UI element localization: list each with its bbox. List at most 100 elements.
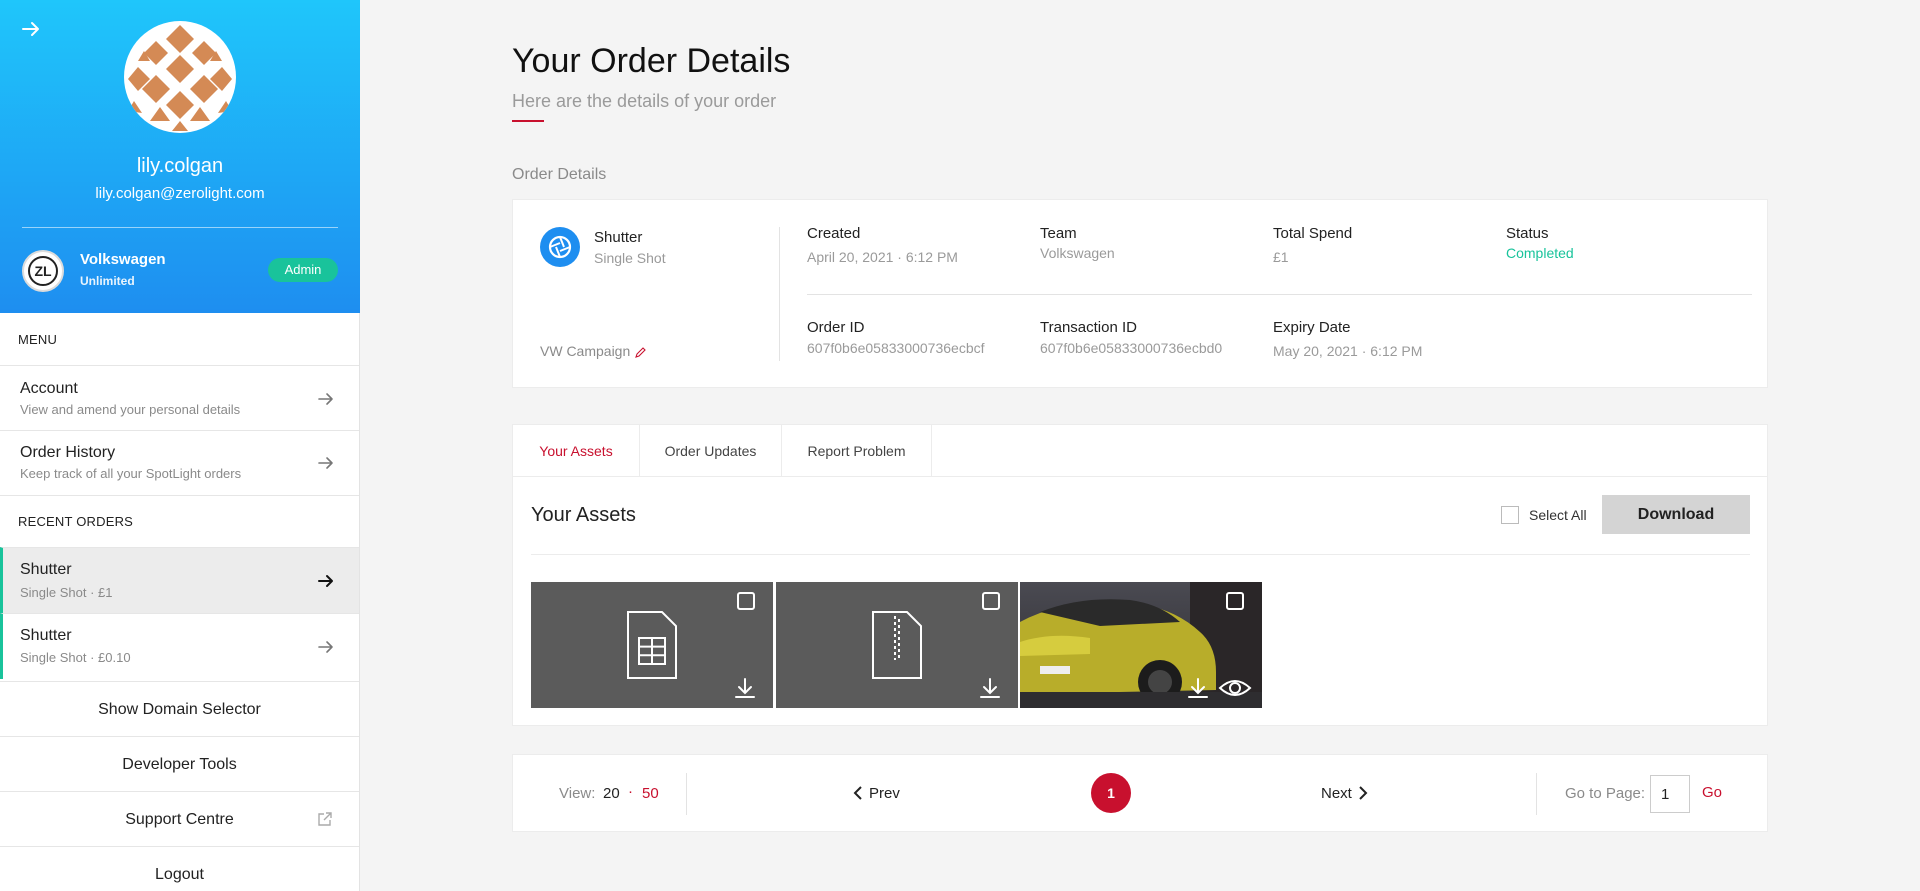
arrow-right-icon	[318, 393, 333, 405]
total-spend-label: Total Spend	[1273, 225, 1353, 242]
status-label: Status	[1506, 225, 1549, 242]
checkbox[interactable]	[1501, 506, 1519, 524]
org-logo: ZL	[22, 250, 64, 292]
team-value: Volkswagen	[1040, 245, 1115, 261]
org-logo-text: ZL	[28, 256, 58, 286]
team-label: Team	[1040, 225, 1077, 242]
asset-thumbnail[interactable]	[776, 582, 1018, 708]
pager-divider	[1536, 773, 1537, 815]
arrow-right-icon	[318, 641, 333, 653]
asset-checkbox[interactable]	[982, 592, 1000, 610]
recent-orders-header: RECENT ORDERS	[0, 495, 359, 547]
prev-page-button[interactable]: Prev	[853, 785, 900, 802]
profile-username: lily.colgan	[136, 155, 224, 177]
org-plan: Unlimited	[80, 274, 135, 288]
tab-your-assets[interactable]: Your Assets	[513, 425, 640, 477]
avatar[interactable]	[124, 21, 236, 133]
transaction-id-value: 607f0b6e05833000736ecbd0	[1040, 340, 1223, 356]
current-page-button[interactable]: 1	[1091, 773, 1131, 813]
expiry-date-value: May 20, 2021 · 6:12 PM	[1273, 343, 1423, 359]
chevron-right-icon	[1359, 786, 1368, 800]
download-icon[interactable]	[733, 676, 757, 700]
sidebar: lily.colgan lily.colgan@zerolight.com ZL…	[0, 0, 360, 891]
spreadsheet-file-icon	[627, 611, 677, 679]
go-button[interactable]: Go	[1702, 784, 1722, 801]
menu-item-subtitle: Keep track of all your SpotLight orders	[20, 466, 242, 481]
order-id-value: 607f0b6e05833000736ecbcf	[807, 340, 985, 356]
recent-order-item[interactable]: Shutter Single Shot · £0.10	[0, 613, 359, 679]
title-underline	[512, 120, 544, 122]
support-centre-label: Support Centre	[125, 811, 234, 828]
pagination-bar: View: 20 · 50 Prev 1 Next Go to Page: Go	[512, 754, 1768, 832]
menu-section-title: MENU	[18, 332, 58, 347]
recent-order-subtitle: Single Shot · £0.10	[20, 650, 131, 665]
asset-thumbnail[interactable]	[531, 582, 773, 708]
tab-order-updates[interactable]: Order Updates	[640, 425, 782, 477]
next-label: Next	[1321, 785, 1352, 802]
page-title: Your Order Details	[512, 42, 791, 80]
logout-button[interactable]: Logout	[0, 846, 359, 891]
pager-divider	[686, 773, 687, 815]
recent-order-title: Shutter	[20, 627, 72, 644]
asset-thumbnail[interactable]	[1020, 582, 1262, 708]
menu-item-subtitle: View and amend your personal details	[20, 402, 241, 417]
vertical-divider	[779, 227, 780, 361]
status-value: Completed	[1506, 245, 1574, 261]
prev-label: Prev	[869, 785, 900, 802]
role-badge: Admin	[268, 258, 338, 282]
arrow-right-icon	[318, 575, 333, 587]
menu-item-order-history[interactable]: Order History Keep track of all your Spo…	[0, 430, 359, 495]
shutter-icon	[540, 227, 580, 267]
expiry-date-label: Expiry Date	[1273, 319, 1351, 336]
order-id-label: Order ID	[807, 319, 865, 336]
external-link-icon	[318, 812, 332, 826]
assets-card: Your Assets Order Updates Report Problem…	[512, 424, 1768, 726]
assets-heading: Your Assets	[531, 504, 636, 526]
recent-order-item[interactable]: Shutter Single Shot · £1	[0, 547, 359, 613]
transaction-id-label: Transaction ID	[1040, 319, 1137, 336]
menu-item-account[interactable]: Account View and amend your personal det…	[0, 365, 359, 430]
horizontal-divider	[807, 294, 1752, 295]
tab-bar: Your Assets Order Updates Report Problem	[513, 425, 1767, 477]
tab-report-problem[interactable]: Report Problem	[782, 425, 932, 477]
menu-item-title: Account	[20, 380, 78, 397]
assets-divider	[531, 554, 1750, 555]
recent-order-subtitle: Single Shot · £1	[20, 585, 113, 600]
recent-orders-title: RECENT ORDERS	[18, 514, 134, 529]
asset-checkbox[interactable]	[737, 592, 755, 610]
goto-page-label: Go to Page:	[1565, 785, 1646, 802]
menu-item-title: Order History	[20, 444, 116, 461]
next-page-button[interactable]: Next	[1321, 785, 1368, 802]
support-centre-button[interactable]: Support Centre	[0, 791, 359, 846]
order-details-card: Shutter Single Shot VW Campaign Created …	[512, 199, 1768, 388]
eye-icon[interactable]	[1218, 676, 1252, 700]
profile-email: lily.colgan@zerolight.com	[95, 185, 265, 202]
select-all-checkbox[interactable]: Select All	[1501, 505, 1601, 525]
campaign-name[interactable]: VW Campaign	[540, 343, 647, 359]
created-label: Created	[807, 225, 861, 242]
arrow-right-icon	[318, 457, 333, 469]
developer-tools-button[interactable]: Developer Tools	[0, 736, 359, 791]
campaign-label: VW Campaign	[540, 343, 631, 359]
download-icon[interactable]	[1186, 676, 1210, 700]
created-value: April 20, 2021 · 6:12 PM	[807, 249, 958, 265]
show-domain-selector-button[interactable]: Show Domain Selector	[0, 681, 359, 736]
asset-checkbox[interactable]	[1226, 592, 1244, 610]
download-button[interactable]: Download	[1602, 495, 1750, 534]
view-20-option[interactable]: 20	[603, 785, 620, 802]
view-label: View:	[559, 785, 596, 802]
arrow-right-icon[interactable]	[20, 18, 42, 40]
view-50-option[interactable]: 50	[642, 785, 659, 802]
product-name: Shutter	[594, 229, 643, 246]
select-all-label: Select All	[1529, 507, 1587, 523]
chevron-left-icon	[853, 786, 862, 800]
pencil-icon[interactable]	[634, 346, 647, 359]
download-icon[interactable]	[978, 676, 1002, 700]
zip-file-icon	[872, 611, 922, 679]
page-subtitle: Here are the details of your order	[512, 91, 777, 111]
goto-page-input[interactable]	[1650, 775, 1690, 813]
recent-order-title: Shutter	[20, 561, 72, 578]
view-separator: ·	[628, 783, 633, 800]
org-name: Volkswagen	[80, 251, 166, 268]
profile-panel: lily.colgan lily.colgan@zerolight.com ZL…	[0, 0, 360, 313]
